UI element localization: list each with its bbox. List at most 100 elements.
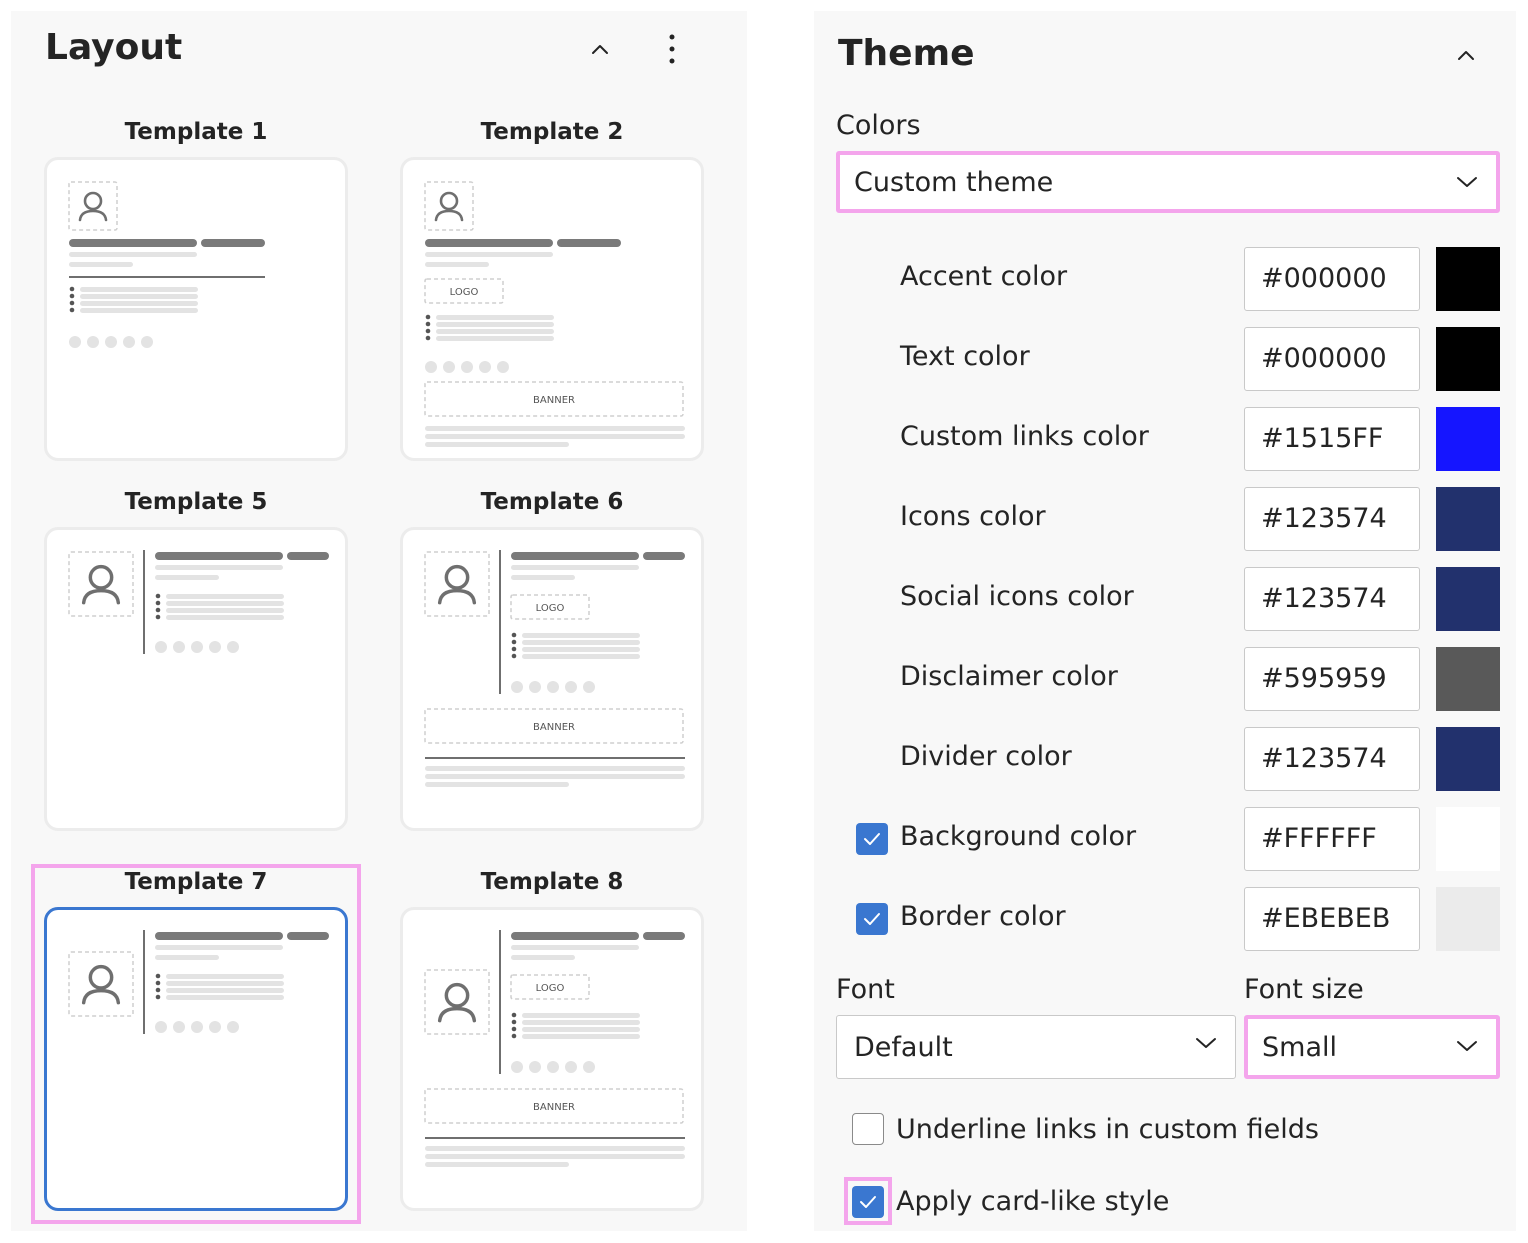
font-size-select[interactable]: Small bbox=[1244, 1015, 1500, 1079]
color-hex-input[interactable]: #123574 bbox=[1244, 727, 1420, 791]
bullet-dot bbox=[69, 307, 75, 313]
bullet-dot bbox=[155, 994, 161, 1000]
text-line bbox=[155, 565, 283, 570]
layout-more-button[interactable] bbox=[654, 27, 690, 71]
color-hex-input[interactable]: #000000 bbox=[1244, 247, 1420, 311]
color-swatch[interactable] bbox=[1436, 807, 1500, 871]
template-thumbnail bbox=[68, 930, 329, 1034]
color-row-label: Text color bbox=[900, 341, 1030, 372]
card-style-label: Apply card-like style bbox=[896, 1186, 1170, 1217]
social-dot bbox=[191, 641, 203, 653]
divider-line bbox=[425, 757, 685, 759]
template-5-card[interactable] bbox=[44, 527, 348, 831]
bullet-dot bbox=[511, 1012, 517, 1018]
color-hex-input[interactable]: #1515FF bbox=[1244, 407, 1420, 471]
color-hex-input[interactable]: #123574 bbox=[1244, 567, 1420, 631]
bullet-line bbox=[166, 974, 284, 979]
chevron-up-icon bbox=[1458, 51, 1474, 60]
color-swatch[interactable] bbox=[1436, 407, 1500, 471]
color-hex-input[interactable]: #FFFFFF bbox=[1244, 807, 1420, 871]
text-line bbox=[155, 575, 219, 580]
bullet-dot bbox=[511, 653, 517, 659]
font-size-select-value: Small bbox=[1262, 1031, 1337, 1063]
colors-select-value: Custom theme bbox=[854, 166, 1054, 198]
social-dot bbox=[191, 1021, 203, 1033]
template-6-card[interactable]: LOGO BANNER bbox=[400, 527, 704, 831]
color-swatch[interactable] bbox=[1436, 887, 1500, 951]
social-dot bbox=[511, 1061, 523, 1073]
color-swatch[interactable] bbox=[1436, 487, 1500, 551]
template-label: Template 5 bbox=[124, 489, 268, 515]
bullet-dot bbox=[69, 286, 75, 292]
name-bar bbox=[511, 932, 639, 940]
person-icon bbox=[78, 191, 108, 222]
social-dot bbox=[173, 641, 185, 653]
text-line bbox=[425, 1146, 685, 1151]
divider-line bbox=[499, 930, 501, 1074]
color-row: Icons color #123574 bbox=[814, 487, 1516, 551]
avatar-placeholder bbox=[424, 551, 490, 617]
avatar-placeholder bbox=[424, 181, 474, 231]
color-swatch[interactable] bbox=[1436, 327, 1500, 391]
color-swatch[interactable] bbox=[1436, 247, 1500, 311]
bullet-line bbox=[166, 608, 284, 613]
text-line bbox=[511, 955, 575, 960]
bullet-line bbox=[522, 647, 640, 652]
text-line bbox=[425, 442, 569, 447]
text-line bbox=[511, 945, 639, 950]
theme-collapse-button[interactable] bbox=[1448, 37, 1484, 73]
template-2-card[interactable]: LOGO BANNER bbox=[400, 157, 704, 461]
social-dot bbox=[583, 1061, 595, 1073]
color-row-checkbox[interactable] bbox=[856, 823, 888, 855]
avatar-placeholder bbox=[68, 551, 134, 617]
bullet-line bbox=[436, 315, 554, 320]
chevron-up-icon bbox=[592, 45, 608, 54]
underline-links-checkbox[interactable] bbox=[852, 1113, 884, 1145]
more-vertical-icon bbox=[669, 34, 675, 64]
card-style-checkbox[interactable] bbox=[852, 1186, 884, 1218]
social-dot bbox=[141, 336, 153, 348]
color-row-label: Social icons color bbox=[900, 581, 1134, 612]
template-8-card[interactable]: LOGO BANNER bbox=[400, 907, 704, 1211]
name-bar bbox=[155, 932, 283, 940]
color-row-label: Background color bbox=[900, 821, 1137, 852]
template-7-card[interactable] bbox=[44, 907, 348, 1211]
color-hex-input[interactable]: #000000 bbox=[1244, 327, 1420, 391]
color-hex-input[interactable]: #123574 bbox=[1244, 487, 1420, 551]
color-hex-input[interactable]: #EBEBEB bbox=[1244, 887, 1420, 951]
text-line bbox=[425, 1162, 569, 1167]
bullet-dot bbox=[155, 987, 161, 993]
bullet-dot bbox=[425, 314, 431, 320]
text-line bbox=[425, 262, 489, 267]
color-row-checkbox[interactable] bbox=[856, 903, 888, 935]
bullet-line bbox=[522, 633, 640, 638]
template-thumbnail bbox=[68, 550, 329, 654]
template-1-card[interactable] bbox=[44, 157, 348, 461]
color-swatch[interactable] bbox=[1436, 567, 1500, 631]
text-line bbox=[425, 766, 685, 771]
name-bar bbox=[155, 552, 283, 560]
social-dot bbox=[565, 1061, 577, 1073]
bullet-dot bbox=[511, 1026, 517, 1032]
bullet-line bbox=[166, 995, 284, 1000]
color-row-label: Border color bbox=[900, 901, 1066, 932]
color-swatch[interactable] bbox=[1436, 647, 1500, 711]
colors-select[interactable]: Custom theme bbox=[836, 151, 1500, 213]
banner-text: BANNER bbox=[533, 1102, 575, 1113]
font-label: Font bbox=[836, 974, 895, 1005]
bullet-dot bbox=[155, 973, 161, 979]
bullet-line bbox=[522, 640, 640, 645]
color-row-label: Disclaimer color bbox=[900, 661, 1118, 692]
logo-text: LOGO bbox=[536, 983, 565, 994]
bullet-line bbox=[166, 594, 284, 599]
text-line bbox=[425, 252, 553, 257]
divider-line bbox=[425, 1137, 685, 1139]
text-line bbox=[425, 782, 569, 787]
color-swatch[interactable] bbox=[1436, 727, 1500, 791]
bullet-line bbox=[436, 329, 554, 334]
avatar-placeholder bbox=[68, 181, 118, 231]
color-row-label: Custom links color bbox=[900, 421, 1149, 452]
font-select[interactable]: Default bbox=[836, 1015, 1236, 1079]
color-hex-input[interactable]: #595959 bbox=[1244, 647, 1420, 711]
layout-collapse-button[interactable] bbox=[582, 31, 618, 67]
